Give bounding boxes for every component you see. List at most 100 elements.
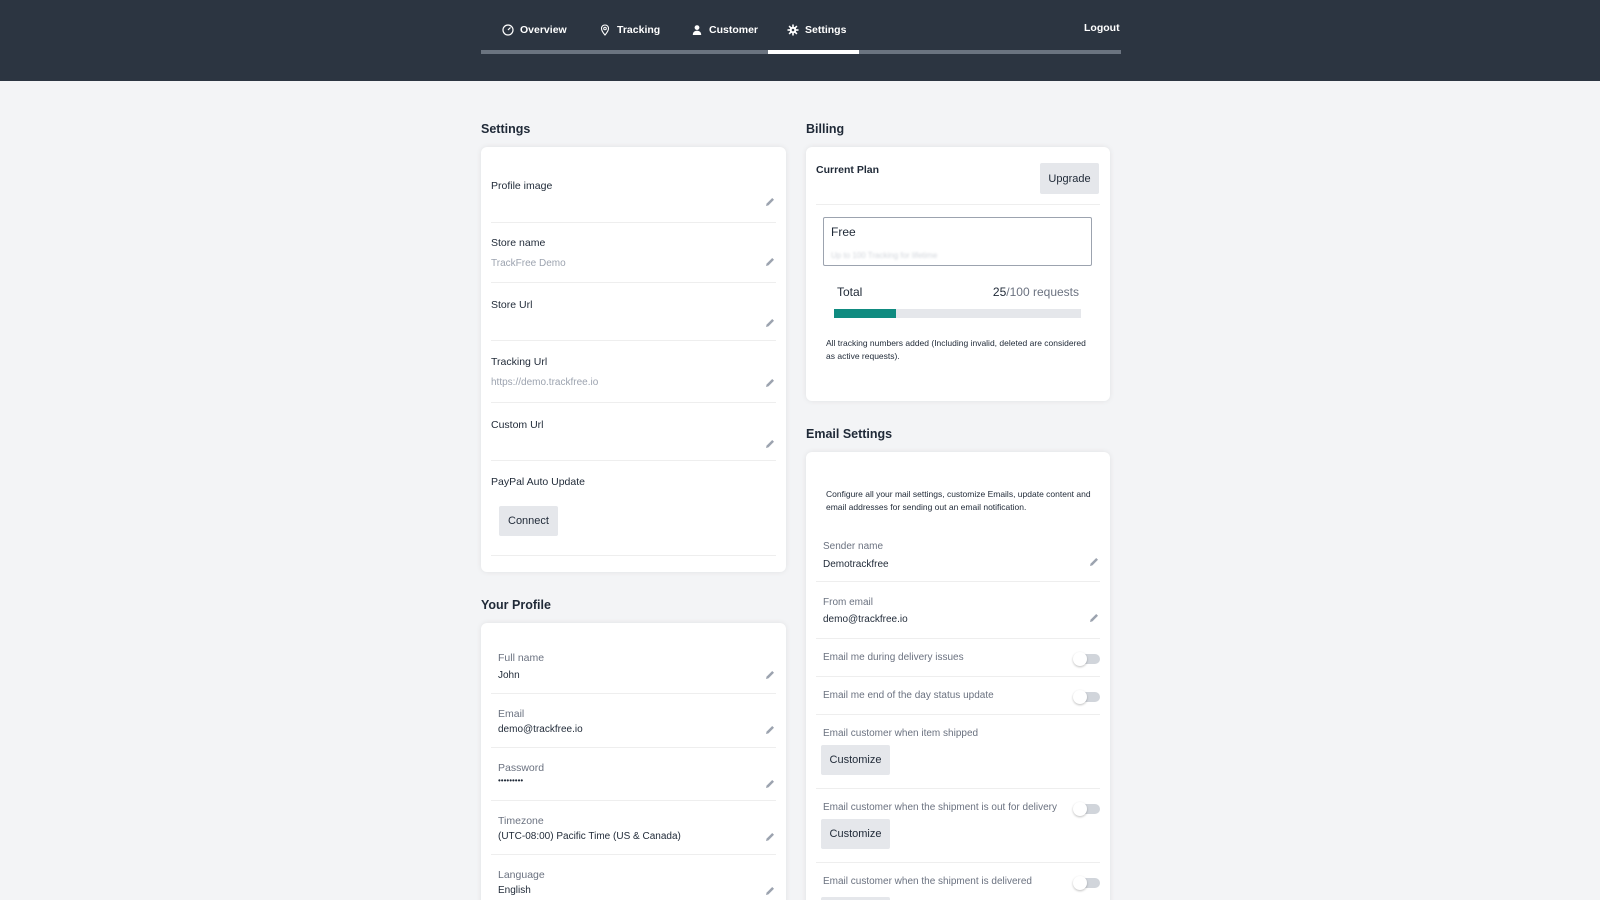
edit-pencil-icon[interactable] (764, 438, 776, 450)
nav-tab-label: Settings (805, 24, 847, 36)
connect-button[interactable]: Connect (499, 506, 558, 536)
customize-shipped-button[interactable]: Customize (821, 745, 890, 775)
password-value: ••••••••• (498, 776, 524, 785)
email-row: Email demo@trackfree.io (491, 694, 776, 748)
billing-section-title: Billing (806, 122, 845, 136)
delivered-row: Email customer when the shipment is deli… (816, 863, 1100, 900)
edit-pencil-icon[interactable] (764, 317, 776, 329)
language-value: English (498, 885, 531, 896)
paypal-label: PayPal Auto Update (491, 476, 585, 488)
upgrade-button[interactable]: Upgrade (1040, 163, 1099, 194)
requests-progress-fill (834, 309, 896, 318)
plan-name: Free (831, 225, 856, 239)
delivered-label: Email customer when the shipment is deli… (823, 876, 1032, 887)
settings-card: Profile image Store name TrackFree Demo … (481, 147, 786, 572)
edit-pencil-icon[interactable] (764, 196, 776, 208)
requests-used: 25 (992, 285, 1007, 299)
full-name-row: Full name John (491, 623, 776, 694)
nav-tab-label: Customer (709, 24, 759, 36)
out-for-delivery-row: Email customer when the shipment is out … (816, 789, 1100, 863)
tracking-url-value: https://demo.trackfree.io (491, 377, 599, 388)
requests-limit: /100 requests (1006, 285, 1079, 299)
sender-name-row: Sender name Demotrackfree (816, 527, 1100, 582)
delivery-issues-toggle[interactable] (1073, 652, 1100, 666)
tracking-url-row: Tracking Url https://demo.trackfree.io (491, 341, 776, 403)
profile-image-label: Profile image (491, 180, 553, 192)
billing-note: All tracking numbers added (Including in… (826, 338, 1086, 361)
email-label: Email (498, 708, 525, 720)
current-plan-label: Current Plan (816, 164, 880, 176)
requests-progress-bar (834, 309, 1081, 318)
password-label: Password (498, 762, 545, 774)
end-of-day-row: Email me end of the day status update (816, 677, 1100, 715)
paypal-row: PayPal Auto Update Connect (491, 461, 776, 556)
edit-pencil-icon[interactable] (764, 885, 776, 897)
edit-pencil-icon[interactable] (764, 831, 776, 843)
edit-pencil-icon[interactable] (764, 256, 776, 268)
edit-pencil-icon[interactable] (1088, 612, 1100, 624)
full-name-value: John (498, 670, 520, 681)
tracking-url-label: Tracking Url (491, 356, 548, 368)
gear-icon (787, 24, 799, 36)
timezone-row: Timezone (UTC-08:00) Pacific Time (US & … (491, 801, 776, 855)
sender-name-label: Sender name (823, 541, 884, 552)
edit-pencil-icon[interactable] (764, 778, 776, 790)
edit-pencil-icon[interactable] (764, 724, 776, 736)
email-intro: Configure all your mail settings, custom… (826, 489, 1091, 512)
custom-url-label: Custom Url (491, 419, 544, 431)
plan-box[interactable]: Free Up to 100 Tracking for lifetime (823, 217, 1092, 266)
edit-pencil-icon[interactable] (764, 377, 776, 389)
nav-tab-label: Tracking (617, 24, 661, 36)
custom-url-row: Custom Url (491, 403, 776, 461)
sender-name-value: Demotrackfree (823, 559, 889, 570)
store-name-row: Store name TrackFree Demo (491, 223, 776, 283)
item-shipped-label: Email customer when item shipped (823, 728, 979, 739)
item-shipped-row: Email customer when item shipped Customi… (816, 715, 1100, 789)
nav-tab-customer[interactable]: Customer (691, 18, 758, 42)
customize-out-for-delivery-button[interactable]: Customize (821, 819, 890, 849)
profile-section-title: Your Profile (481, 598, 551, 612)
top-navbar: Overview Tracking Customer Settings Logo… (0, 0, 1600, 81)
language-row: Language English (491, 855, 776, 900)
from-email-row: From email demo@trackfree.io (816, 582, 1100, 639)
full-name-label: Full name (498, 652, 545, 664)
profile-image-row: Profile image (491, 147, 776, 223)
user-icon (692, 25, 702, 35)
from-email-value: demo@trackfree.io (823, 614, 908, 625)
timezone-value: (UTC-08:00) Pacific Time (US & Canada) (498, 831, 681, 842)
out-for-delivery-toggle[interactable] (1073, 802, 1100, 816)
nav-tab-settings[interactable]: Settings (787, 18, 846, 42)
nav-tab-label: Overview (520, 24, 567, 36)
timezone-label: Timezone (498, 815, 544, 827)
delivered-toggle[interactable] (1073, 876, 1100, 890)
store-url-row: Store Url (491, 283, 776, 341)
store-name-label: Store name (491, 237, 546, 249)
billing-card: Current Plan Upgrade Free Up to 100 Trac… (806, 147, 1110, 401)
logout-link[interactable]: Logout (1084, 22, 1120, 34)
nav-tab-overview[interactable]: Overview (502, 18, 567, 42)
delivery-issues-row: Email me during delivery issues (816, 639, 1100, 677)
dashboard-icon (502, 24, 514, 36)
end-of-day-toggle[interactable] (1073, 690, 1100, 704)
delivery-issues-label: Email me during delivery issues (823, 652, 964, 663)
password-row: Password ••••••••• (491, 748, 776, 801)
from-email-label: From email (823, 597, 874, 608)
store-name-value: TrackFree Demo (491, 258, 566, 269)
email-value: demo@trackfree.io (498, 724, 583, 735)
profile-card: Full name John Email demo@trackfree.io P… (481, 623, 786, 900)
edit-pencil-icon[interactable] (764, 669, 776, 681)
total-label: Total (837, 285, 863, 299)
language-label: Language (498, 869, 545, 881)
out-for-delivery-label: Email customer when the shipment is out … (823, 802, 1057, 813)
email-section-title: Email Settings (806, 427, 893, 441)
store-url-label: Store Url (491, 299, 533, 311)
requests-count: 25/100 requests (993, 285, 1079, 299)
settings-section-title: Settings (481, 122, 531, 136)
email-settings-card: Configure all your mail settings, custom… (806, 452, 1110, 900)
end-of-day-label: Email me end of the day status update (823, 690, 994, 701)
nav-tab-tracking[interactable]: Tracking (599, 18, 660, 42)
plan-description: Up to 100 Tracking for lifetime (831, 251, 938, 260)
nav-active-indicator (768, 50, 859, 54)
edit-pencil-icon[interactable] (1088, 556, 1100, 568)
billing-divider (816, 204, 1100, 205)
